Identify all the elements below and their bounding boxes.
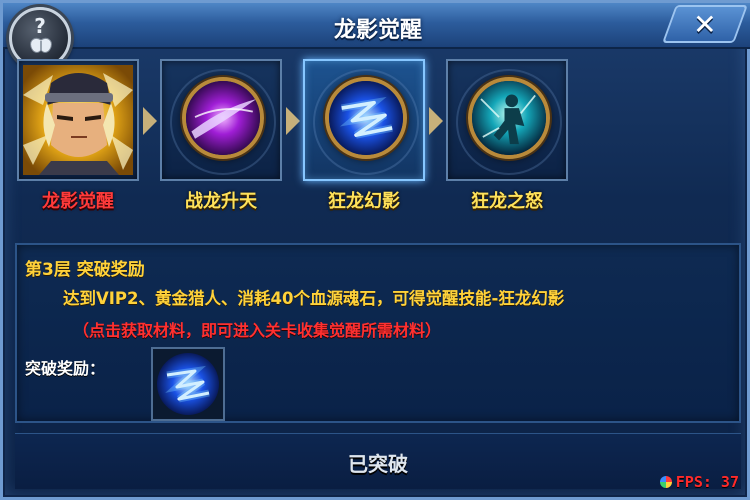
skill-label-2: 战龙升天	[185, 191, 257, 212]
question-icon: ?	[34, 14, 46, 38]
progress-arrow	[143, 107, 157, 135]
progress-arrow	[429, 107, 443, 135]
purple-slash-orb-icon	[182, 77, 264, 159]
tier-title: 第3层 突破奖励	[25, 260, 145, 280]
skill-tile-2[interactable]	[160, 59, 282, 181]
fps-counter: FPS: 37	[659, 473, 739, 491]
hero-portrait-icon	[23, 65, 133, 175]
get-materials-hint[interactable]: （点击获取材料，即可进入关卡收集觉醒所需材料）	[73, 317, 441, 341]
fps-label: FPS: 37	[675, 473, 739, 491]
skill-label-4: 狂龙之怒	[471, 191, 543, 212]
close-button[interactable]: ✕	[662, 5, 748, 43]
cyan-warrior-orb-icon	[468, 77, 550, 159]
skill-label-1: 龙影觉醒	[42, 191, 114, 212]
reward-label: 突破奖励：	[25, 359, 106, 378]
reward-item[interactable]	[151, 347, 225, 421]
progress-arrow	[286, 107, 300, 135]
breakthrough-status: 已突破	[348, 452, 408, 476]
skill-tile-4[interactable]	[446, 59, 568, 181]
skill-tile-3[interactable]	[303, 59, 425, 181]
fps-logo-icon	[659, 476, 672, 488]
skill-tile-1[interactable]	[17, 59, 139, 181]
close-icon: ✕	[693, 8, 717, 41]
breakthrough-panel: 第3层 突破奖励 达到VIP2、黄金猎人、消耗40个血源魂石，可得觉醒技能-狂龙…	[15, 243, 741, 423]
blue-lightning-orb-icon	[325, 77, 407, 159]
blue-lightning-orb-icon	[157, 353, 219, 415]
title-bar: 龙影觉醒	[3, 3, 750, 49]
skill-label-3: 狂龙幻影	[328, 191, 400, 212]
dialog-title: 龙影觉醒	[333, 18, 422, 43]
wing-icon	[30, 37, 52, 53]
status-bar: 已突破	[15, 433, 741, 489]
awakening-dialog: 龙影觉醒 ? ✕ 龙影觉醒 战龙升天 狂龙幻影 狂龙之怒 第3层 突破奖励 达到…	[0, 0, 750, 500]
requirement-text: 达到VIP2、黄金猎人、消耗40个血源魂石，可得觉醒技能-狂龙幻影	[63, 289, 565, 308]
